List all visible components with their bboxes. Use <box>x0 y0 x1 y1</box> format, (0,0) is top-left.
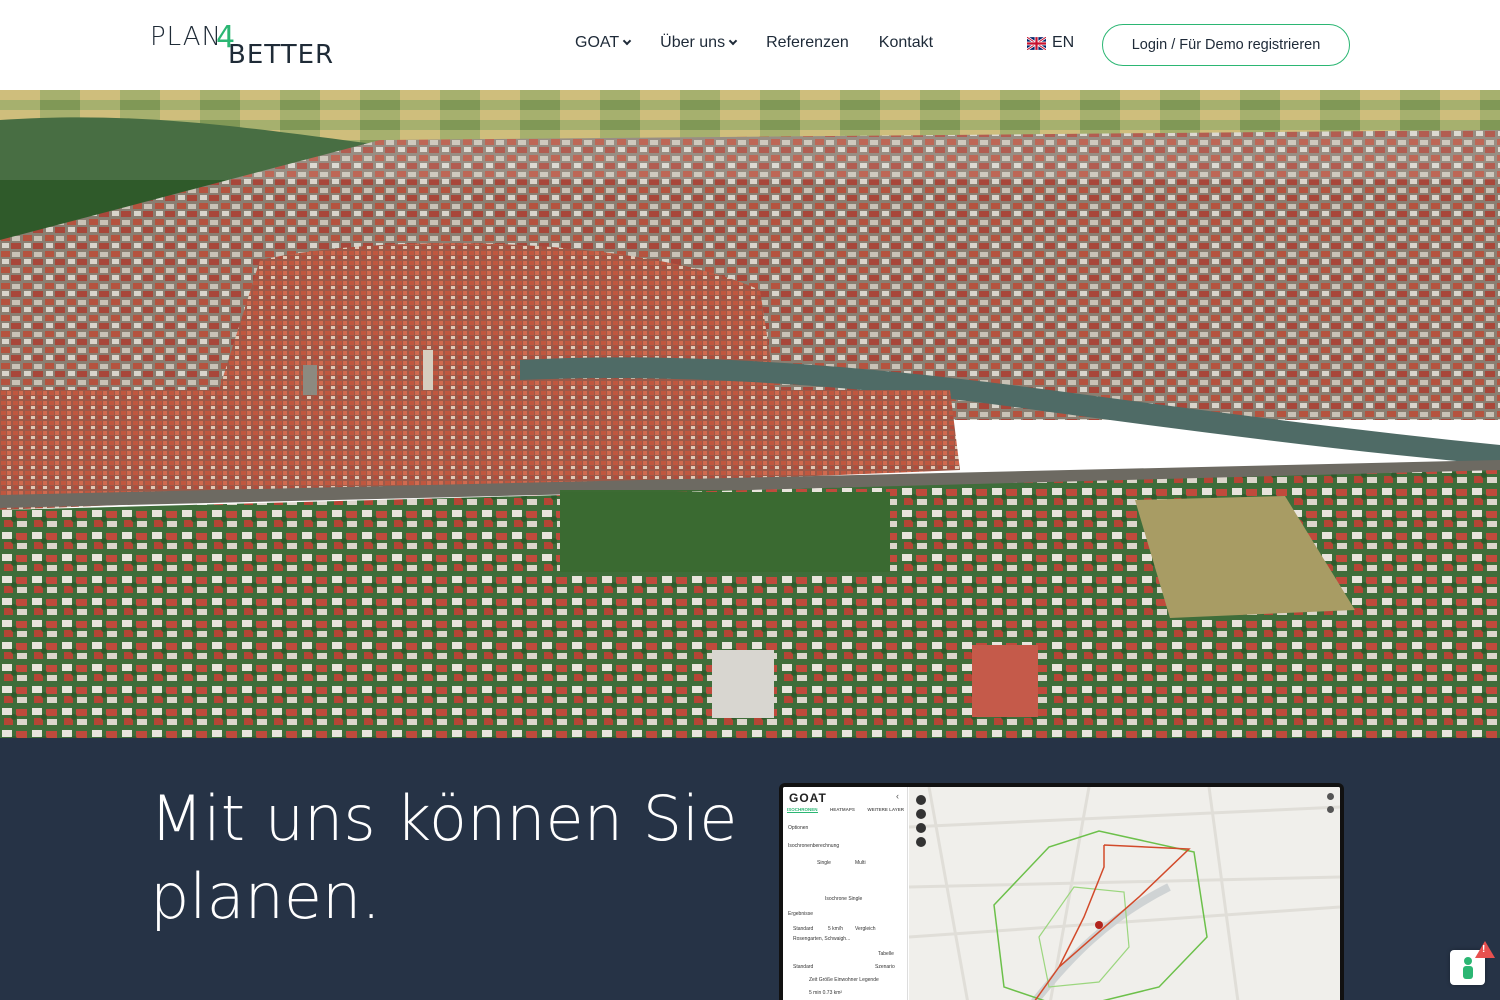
row-compare: Vergleich <box>855 926 876 932</box>
tab-weitere-layer: WEITERE LAYER <box>867 807 904 812</box>
nav-item-goat[interactable]: GOAT <box>575 34 632 52</box>
row-speed: 5 km/h <box>828 926 844 932</box>
locate-icon[interactable] <box>916 809 926 819</box>
row-r1: 5 min 0.73 km² <box>809 990 843 996</box>
nav-item-referenzen[interactable]: Referenzen <box>766 34 849 52</box>
map-right-toolbar <box>1324 793 1336 813</box>
chevron-down-icon <box>622 36 632 46</box>
nav-label: Referenzen <box>766 34 849 51</box>
site-header: PLAN 4 BETTER GOAT Über uns Referenzen K… <box>0 0 1500 90</box>
user-icon[interactable] <box>1326 793 1334 800</box>
nav-label: Kontakt <box>878 34 934 51</box>
alert-badge-mark: ! <box>1482 944 1486 955</box>
row-calc: Isochronenberechnung <box>788 843 840 849</box>
nav-item-kontakt[interactable]: Kontakt <box>879 34 933 52</box>
zoom-icon[interactable] <box>916 795 926 805</box>
compass-icon[interactable] <box>916 823 926 833</box>
goat-app-preview: GOAT ‹ ISOCHRONEN HEATMAPS WEITERE LAYER… <box>779 783 1344 1000</box>
row-table: Tabelle <box>878 951 894 957</box>
goat-sidebar: GOAT ‹ ISOCHRONEN HEATMAPS WEITERE LAYER… <box>783 787 908 1000</box>
nav-label: Über uns <box>660 34 726 51</box>
row-scenario: Szenario <box>875 964 895 970</box>
hero-aerial-image <box>0 90 1500 738</box>
chevron-left-icon: ‹ <box>896 791 899 801</box>
row-multi: Multi <box>855 860 866 866</box>
nav-label: GOAT <box>575 34 620 51</box>
isochrone-map <box>908 787 1340 1000</box>
person-icon <box>1462 956 1473 979</box>
row-standard-2: Standard <box>793 964 814 970</box>
row-address: Rosengarten, Schwaigh... <box>793 936 851 942</box>
fullscreen-icon[interactable] <box>916 837 926 847</box>
goat-tabs: ISOCHRONEN HEATMAPS WEITERE LAYER <box>783 807 908 813</box>
tab-heatmaps: HEATMAPS <box>830 807 855 812</box>
language-switch[interactable]: EN <box>1027 34 1074 52</box>
goat-logo: GOAT <box>789 791 827 805</box>
main-nav: GOAT Über uns Referenzen Kontakt <box>575 34 963 52</box>
uk-flag-icon <box>1027 36 1046 50</box>
language-label: EN <box>1052 34 1075 51</box>
row-single: Single <box>817 860 831 866</box>
logo-text-plan: PLAN <box>150 22 222 52</box>
login-register-button[interactable]: Login / Für Demo registrieren <box>1102 24 1350 66</box>
cloud-icon[interactable] <box>1326 806 1334 813</box>
goat-app-screen: GOAT ‹ ISOCHRONEN HEATMAPS WEITERE LAYER… <box>783 787 1340 1000</box>
tab-isochronen: ISOCHRONEN <box>787 807 818 813</box>
row-iso-single: Isochrone Single <box>825 896 863 902</box>
nav-item-ueber-uns[interactable]: Über uns <box>660 34 738 52</box>
map-toolbar <box>916 795 926 847</box>
row-results: Ergebnisse <box>788 911 814 917</box>
aerial-city-illustration <box>0 90 1500 738</box>
chevron-down-icon <box>728 36 738 46</box>
goat-map <box>908 787 1340 1000</box>
row-options: Optionen <box>788 825 809 831</box>
logo-text-better: BETTER <box>228 40 335 70</box>
intro-section: Mit uns können Sie planen. GOAT ‹ ISOCHR… <box>0 738 1500 1000</box>
row-cols: Zeit Größe Einwohner Legende <box>809 977 879 983</box>
plan4better-logo[interactable]: PLAN 4 BETTER <box>150 20 333 70</box>
row-standard: Standard <box>793 926 814 932</box>
section-headline: Mit uns können Sie planen. <box>150 782 738 933</box>
